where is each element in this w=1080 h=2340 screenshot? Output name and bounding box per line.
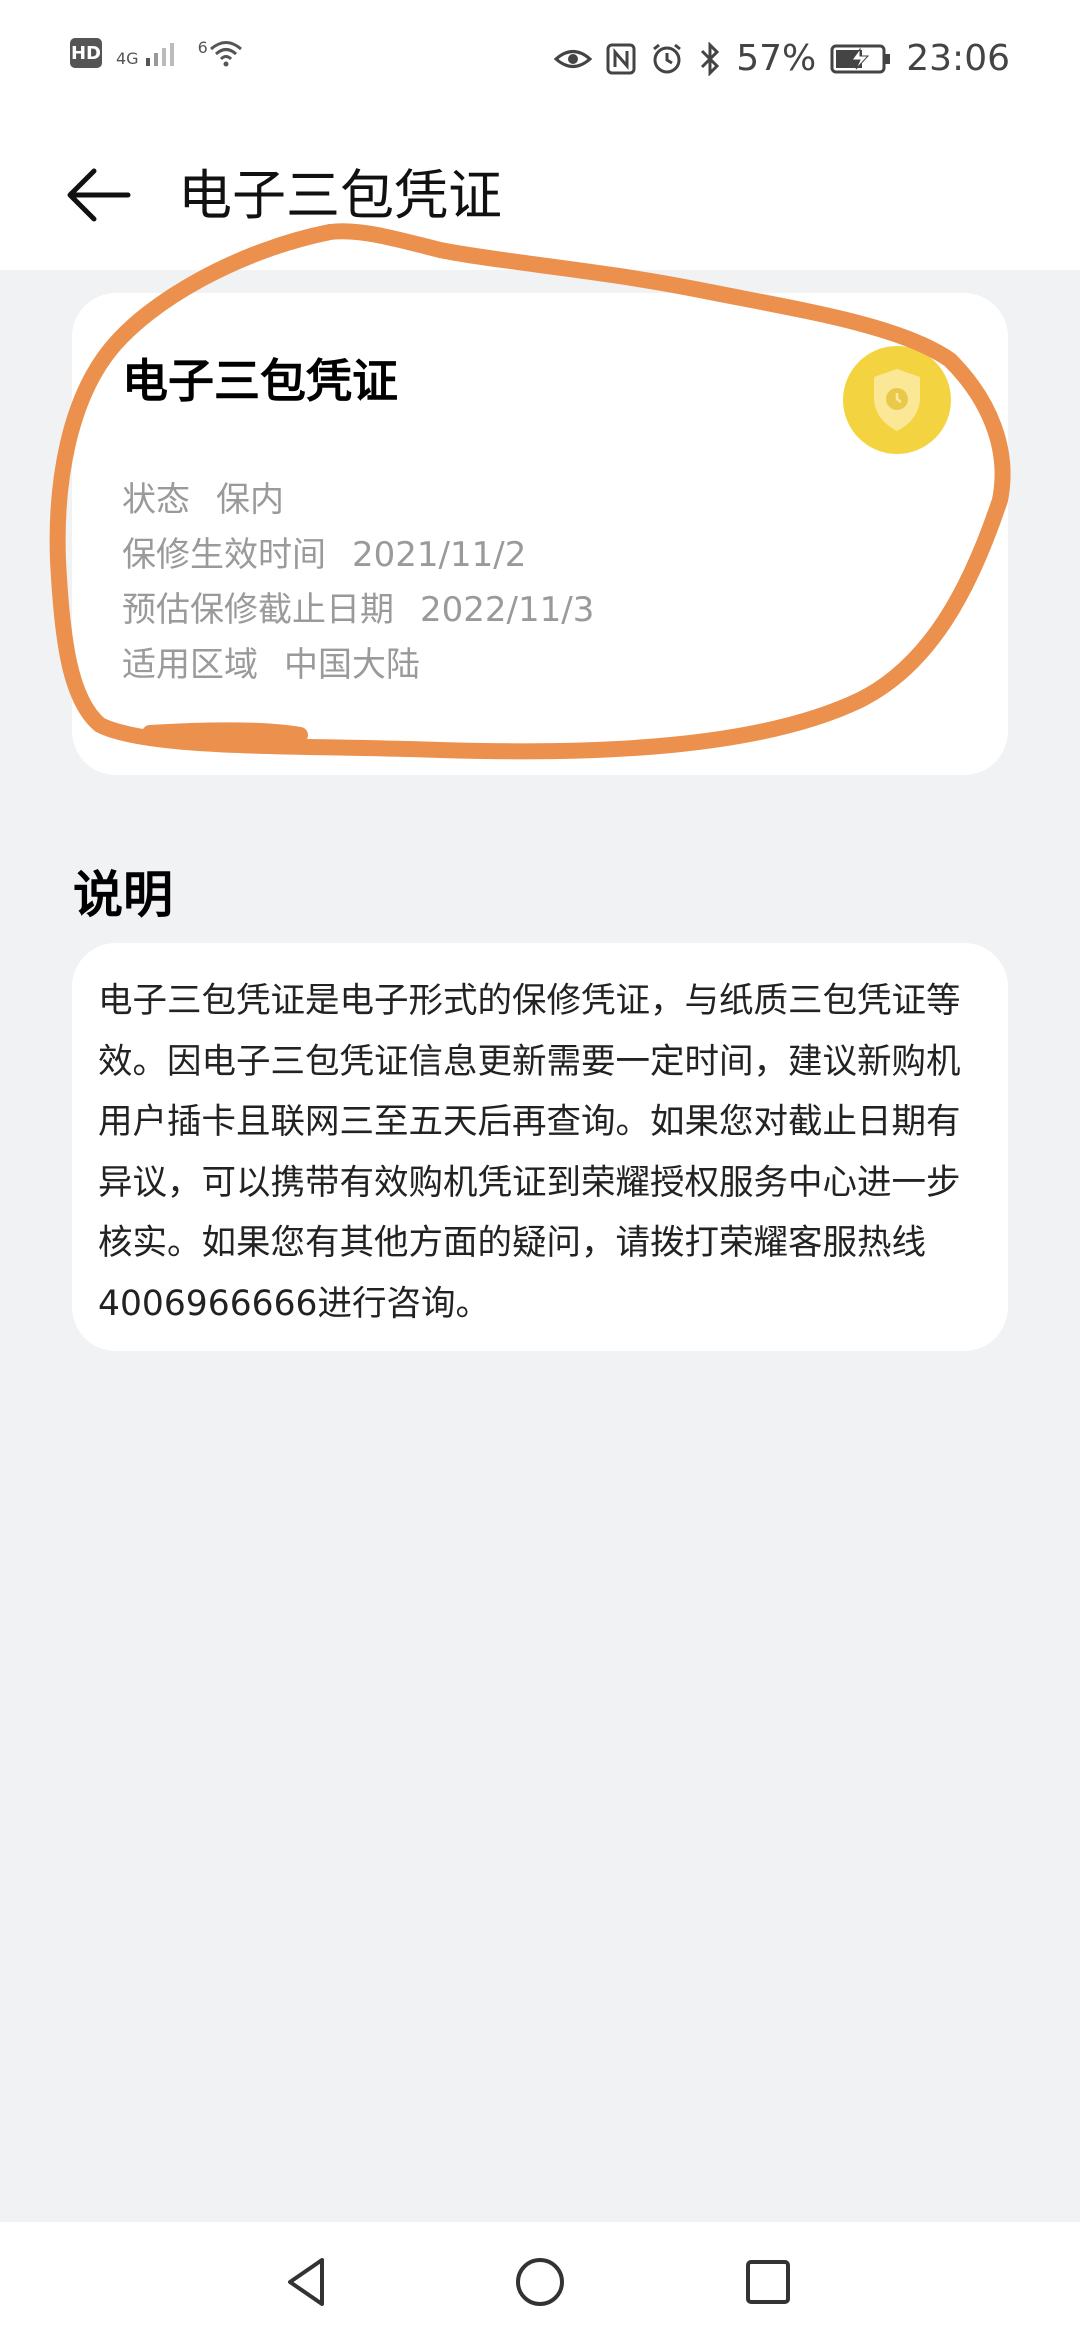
triangle-back-icon	[288, 2258, 324, 2306]
info-value: 中国大陆	[284, 645, 420, 685]
status-right: 57% 23:06	[554, 38, 1010, 79]
card-title: 电子三包凭证	[122, 354, 398, 408]
nav-home-button[interactable]	[510, 2252, 570, 2312]
info-row-end-date: 预估保修截止日期 2022/11/3	[122, 583, 594, 638]
navigation-bar	[0, 2222, 1080, 2340]
info-value: 2021/11/2	[352, 535, 527, 575]
nav-back-button[interactable]	[278, 2252, 338, 2312]
circle-home-icon	[516, 2258, 564, 2306]
back-arrow-icon	[67, 168, 131, 222]
status-left: HD 4G 6	[70, 38, 244, 68]
square-recents-icon	[746, 2260, 790, 2304]
info-label: 适用区域	[122, 645, 258, 685]
wifi-icon: 6	[198, 38, 244, 68]
info-label: 状态	[122, 480, 190, 520]
info-list: 状态 保内 保修生效时间 2021/11/2 预估保修截止日期 2022/11/3 适…	[122, 473, 594, 693]
description-card: 电子三包凭证是电子形式的保修凭证，与纸质三包凭证等效。因电子三包凭证信息更新需要…	[72, 943, 1008, 1351]
info-value: 保内	[216, 480, 284, 520]
description-text: 电子三包凭证是电子形式的保修凭证，与纸质三包凭证等效。因电子三包凭证信息更新需要…	[98, 981, 961, 1324]
hd-badge: HD	[70, 38, 102, 68]
battery-percent: 57%	[736, 38, 817, 79]
back-button[interactable]	[60, 155, 140, 235]
bluetooth-icon	[701, 41, 720, 76]
cellular-signal-icon: 4G	[116, 38, 184, 68]
info-label: 预估保修截止日期	[122, 590, 394, 630]
warranty-card: 电子三包凭证 状态 保内 保修生效时间 2021/11/2 预估保修截止日期 2022…	[72, 293, 1008, 775]
status-bar: HD 4G 6 57% 23:06	[0, 0, 1080, 125]
info-row-start-date: 保修生效时间 2021/11/2	[122, 528, 594, 583]
page-title: 电子三包凭证	[178, 164, 502, 227]
app-bar: 电子三包凭证	[0, 125, 1080, 270]
section-title: 说明	[73, 866, 173, 924]
battery-charging-icon	[830, 44, 891, 73]
nfc-icon	[606, 43, 636, 74]
info-row-region: 适用区域 中国大陆	[122, 638, 594, 693]
clock: 23:06	[906, 38, 1010, 79]
shield-clock-icon	[843, 346, 951, 454]
nav-recents-button[interactable]	[738, 2252, 798, 2312]
info-value: 2022/11/3	[420, 590, 595, 630]
eye-icon	[554, 49, 593, 68]
info-label: 保修生效时间	[122, 535, 326, 575]
alarm-icon	[653, 43, 682, 73]
info-row-status: 状态 保内	[122, 473, 594, 528]
